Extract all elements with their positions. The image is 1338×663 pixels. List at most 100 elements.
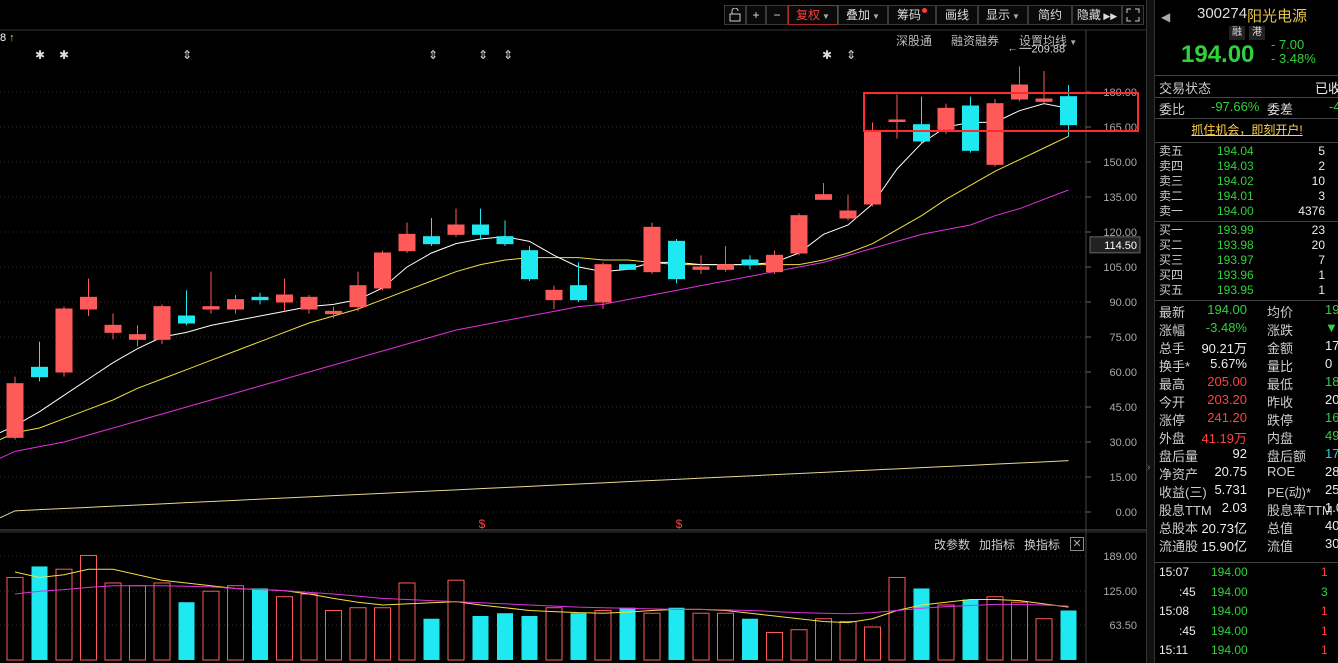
kline-chart-area[interactable]: 180.00 165.00 150.00 135.00 120.00 105.00 90.0… — [0, 0, 1146, 663]
event-arrow-icon[interactable]: ⇕ — [846, 49, 856, 61]
ask-level-price: 194.04 — [1217, 144, 1254, 158]
ask-level-label: 卖二 — [1159, 189, 1184, 203]
candle-down — [472, 224, 489, 235]
event-star-icon[interactable]: ✱ — [59, 49, 69, 61]
brief-button[interactable]: 简约 — [1028, 5, 1072, 25]
ask-level[interactable]: 卖五 194.04 5 — [1159, 144, 1338, 159]
ask-level-label: 卖一 — [1159, 204, 1184, 218]
hide-button[interactable]: 隐藏 ▶▶ — [1072, 5, 1122, 25]
open-account-promo-link[interactable]: 抓住机会，即刻开户! — [1155, 119, 1338, 141]
ask-level[interactable]: 卖二 194.01 3 — [1159, 189, 1338, 204]
chevron-down-icon: ▼ — [872, 12, 880, 21]
bid-level[interactable]: 买五 193.95 1 — [1159, 283, 1338, 298]
change-params-link[interactable]: 改参数 — [934, 536, 970, 553]
volume-bar-up — [153, 582, 171, 661]
kline-chart[interactable]: 180.00165.00150.00135.00120.00105.0090.0… — [0, 0, 1146, 663]
stats-row: 最新 194.00 均价 194 — [1159, 302, 1338, 320]
change-percent: - 3.48% — [1271, 51, 1316, 66]
stock-code: 300274 — [1197, 5, 1248, 22]
candle-up — [790, 215, 808, 254]
stat-value-2: 1.0 — [1325, 500, 1338, 515]
stats-row: 盘后量 92 盘后额 17 — [1159, 446, 1338, 464]
restore-rights-button[interactable]: 复权 ▼ — [788, 5, 838, 25]
chevron-down-icon: ▼ — [1012, 12, 1020, 21]
close-icon[interactable]: ✕ — [1070, 537, 1084, 551]
display-button[interactable]: 显示 ▼ — [978, 5, 1028, 25]
y-tick-label: 105.00 — [1103, 262, 1137, 274]
volume-ma-line — [14, 568, 1069, 624]
minus-icon[interactable]: − — [766, 5, 788, 25]
ask-level-qty: 2 — [1318, 159, 1325, 173]
draw-line-button[interactable]: 画线 — [936, 5, 978, 25]
panel-collapse-handle[interactable]: › — [1146, 0, 1154, 663]
event-arrow-icon[interactable]: ⇕ — [478, 49, 488, 61]
stat-value-2: 160 — [1325, 410, 1338, 425]
swap-indicator-link[interactable]: 换指标 — [1024, 536, 1060, 553]
margin-badge: 融 — [1229, 26, 1245, 40]
expand-icon[interactable] — [1122, 5, 1144, 25]
bid-level[interactable]: 买三 193.97 7 — [1159, 253, 1338, 268]
stock-name[interactable]: 阳光电源 — [1247, 5, 1307, 26]
tick-qty: 1 — [1321, 565, 1328, 579]
margin-trading-link[interactable]: 融资融券 — [951, 32, 999, 49]
ask-level[interactable]: 卖三 194.02 10 — [1159, 174, 1338, 189]
volume-bar-down — [962, 599, 979, 660]
stat-label: 外盘 — [1159, 431, 1186, 446]
volume-bar-up — [937, 604, 955, 661]
candle-up — [80, 296, 97, 310]
tick-row: 15:08 194.00 1 — [1159, 604, 1338, 623]
overlay-label: 叠加 — [846, 8, 871, 22]
plus-icon[interactable]: + — [746, 5, 766, 25]
volume-bar-down — [472, 615, 489, 660]
stat-label-2: 昨收 — [1267, 395, 1294, 410]
ask-level-qty: 10 — [1311, 174, 1325, 188]
y-tick-label: 165.00 — [1103, 122, 1137, 134]
candle-up — [349, 285, 367, 308]
y-tick-label: 0.00 — [1116, 507, 1137, 519]
stat-value: 92 — [1232, 446, 1247, 461]
dividend-marker-icon: $ — [676, 517, 683, 531]
overlay-button[interactable]: 叠加 ▼ — [838, 5, 888, 25]
stat-value: 20.73亿 — [1201, 521, 1247, 536]
candle-down — [251, 296, 269, 301]
event-star-icon[interactable]: ✱ — [822, 49, 832, 61]
stat-label-2: 涨跌 — [1267, 323, 1294, 338]
chips-label: 筹码 — [896, 8, 921, 22]
chips-button[interactable]: 筹码 — [888, 5, 936, 25]
bid-level[interactable]: 买一 193.99 23 — [1159, 223, 1338, 238]
draw-label: 画线 — [944, 8, 969, 22]
ask-level[interactable]: 卖一 194.00 4376 — [1159, 204, 1338, 219]
hk-connect-link[interactable]: 深股通 — [896, 32, 932, 49]
event-arrow-icon[interactable]: ⇕ — [503, 49, 513, 61]
lock-icon[interactable] — [724, 5, 746, 25]
ask-level[interactable]: 卖四 194.03 2 — [1159, 159, 1338, 174]
back-arrow-icon[interactable]: ◀ — [1161, 10, 1170, 24]
ask-level-label: 卖三 — [1159, 174, 1184, 188]
stat-value: 5.731 — [1214, 482, 1247, 497]
bid-level[interactable]: 买二 193.98 20 — [1159, 238, 1338, 253]
ma-setting-link[interactable]: 设置均线 ▼ — [1019, 32, 1077, 49]
tick-price: 194.00 — [1211, 643, 1248, 657]
stat-value: 90.21万 — [1201, 341, 1247, 356]
event-arrow-icon[interactable]: ⇕ — [182, 49, 192, 61]
volume-bar-up — [276, 596, 293, 661]
stat-value-2: 17 — [1325, 446, 1338, 461]
candle-down — [570, 285, 587, 301]
stats-row: 今开 203.20 昨收 201 — [1159, 392, 1338, 410]
tick-qty: 1 — [1321, 643, 1328, 657]
candle-up — [888, 119, 906, 122]
event-star-icon[interactable]: ✱ — [35, 49, 45, 61]
bid-level-label: 买五 — [1159, 283, 1184, 297]
ma-mid-line — [0, 135, 1069, 441]
bid-level[interactable]: 买四 193.96 1 — [1159, 268, 1338, 283]
chart-sub-links: 深股通 融资融券 设置均线 ▼ — [0, 32, 1146, 48]
divider — [1155, 562, 1338, 563]
stats-row: 总股本20.73亿 总值 402 — [1159, 518, 1338, 536]
add-indicator-link[interactable]: 加指标 — [979, 536, 1015, 553]
order-ratio-row: 委比 -97.66% 委差 -4 — [1159, 99, 1338, 117]
event-arrow-icon[interactable]: ⇕ — [428, 49, 438, 61]
volume-bar-down — [742, 618, 758, 660]
ask-level-qty: 5 — [1318, 144, 1325, 158]
candle-up — [986, 103, 1004, 165]
candle-down — [668, 240, 685, 280]
